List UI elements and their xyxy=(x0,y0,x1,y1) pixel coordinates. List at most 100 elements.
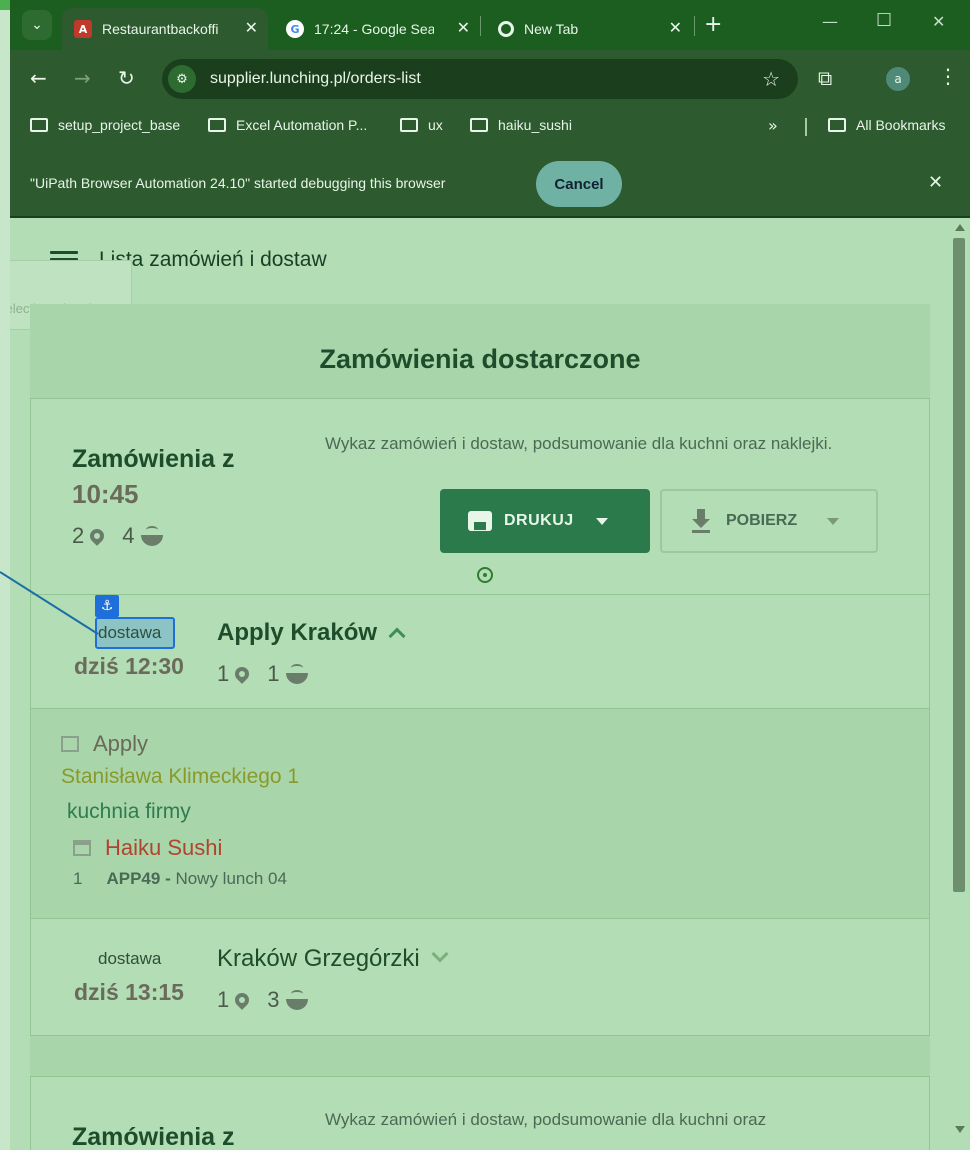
close-tab-icon[interactable]: ✕ xyxy=(245,18,258,37)
delivery-time: dziś 12:30 xyxy=(74,653,184,679)
scroll-up-icon[interactable] xyxy=(955,224,965,231)
download-button[interactable]: POBIERZ xyxy=(660,489,878,553)
chrome-icon xyxy=(498,21,514,37)
tab-separator xyxy=(694,16,695,36)
bookmark-folder[interactable]: setup_project_base xyxy=(30,117,180,133)
bookmark-folder[interactable]: haiku_sushi xyxy=(470,117,572,133)
meals-count: 3 xyxy=(267,987,280,1012)
meal-bowl-icon xyxy=(140,525,163,546)
order-time: 10:45 xyxy=(72,479,139,509)
bookmark-star-icon[interactable]: ☆ xyxy=(762,67,780,91)
folder-icon xyxy=(400,118,418,132)
restaurant-row: Haiku Sushi xyxy=(73,835,222,861)
close-tab-icon[interactable]: ✕ xyxy=(457,18,470,37)
bookmark-label: ux xyxy=(428,117,443,133)
folder-icon xyxy=(208,118,226,132)
back-arrow-icon[interactable]: ← xyxy=(30,66,47,90)
delivery-label: dostawa xyxy=(98,949,162,968)
site-settings-icon[interactable]: ⚙ xyxy=(168,65,196,93)
delivery-name-text: Kraków Grzegórzki xyxy=(217,945,420,972)
cancel-debugging-button[interactable]: Cancel xyxy=(536,161,622,207)
delivery-name[interactable]: Apply Kraków xyxy=(217,619,406,647)
bookmark-label: All Bookmarks xyxy=(856,117,946,133)
locations-count: 1 xyxy=(217,661,230,686)
tab-strip: ⌄ A Restaurantbackoffi ✕ G 17:24 - Googl… xyxy=(10,0,970,50)
delivery-row[interactable]: ⚓ dostawa dziś 12:30 Apply Kraków 1 1 xyxy=(31,595,929,709)
item-separator: - xyxy=(160,869,176,888)
anchor-icon: ⚓ xyxy=(95,595,119,617)
building-icon xyxy=(61,736,79,752)
new-tab-plus-icon[interactable]: + xyxy=(704,12,722,37)
folder-icon xyxy=(30,118,48,132)
delivery-row[interactable]: dostawa dziś 13:15 Kraków Grzegórzki 1 3 xyxy=(31,919,929,1035)
company-name: Apply xyxy=(93,731,149,756)
close-infobar-icon[interactable]: ✕ xyxy=(928,172,943,193)
restaurant-name: Haiku Sushi xyxy=(105,835,223,860)
profile-avatar[interactable]: a xyxy=(886,67,910,91)
orders-content: Zamówienia dostarczone Zamówienia z 10:4… xyxy=(30,304,930,1150)
bookmark-folder[interactable]: Excel Automation P... xyxy=(208,117,367,133)
section-title: Zamówienia dostarczone xyxy=(319,344,641,374)
close-window-icon[interactable]: ✕ xyxy=(932,12,945,31)
browser-menu-icon[interactable]: ⋮ xyxy=(938,64,958,88)
all-bookmarks-folder[interactable]: All Bookmarks xyxy=(828,117,945,133)
item-quantity: 1 xyxy=(73,869,83,888)
page-viewport: Lista zamówień i dostaw selection wizard… xyxy=(10,218,948,1150)
folder-icon xyxy=(828,118,846,132)
tab-new-tab[interactable]: New Tab ✕ xyxy=(486,8,692,50)
download-label: POBIERZ xyxy=(726,512,798,529)
meal-bowl-icon xyxy=(285,663,308,684)
background-window-corner xyxy=(0,0,10,10)
google-icon: G xyxy=(286,20,304,38)
reload-icon[interactable]: ↻ xyxy=(118,66,135,90)
delivery-details: Apply Stanisława Klimeckiego 1 kuchnia f… xyxy=(31,709,929,919)
bookmarks-bar: setup_project_base Excel Automation P...… xyxy=(10,108,970,144)
meal-bowl-icon xyxy=(285,989,308,1010)
order-card: Zamówienia z 10:45 2 4 Wykaz zamówień i … xyxy=(30,398,930,1036)
browser-toolbar: ← → ↻ ⚙ supplier.lunching.pl/orders-list… xyxy=(10,50,970,108)
delivery-time: dziś 13:15 xyxy=(74,979,184,1005)
bookmark-label: setup_project_base xyxy=(58,117,181,133)
meals-count: 4 xyxy=(122,523,135,548)
tab-search-button[interactable]: ⌄ xyxy=(22,10,52,40)
kitchen-text: kuchnia firmy xyxy=(67,800,191,823)
store-icon xyxy=(73,840,91,856)
company-row: Apply xyxy=(61,731,148,757)
item-code: APP49 xyxy=(106,869,161,888)
browser-window: ⌄ A Restaurantbackoffi ✕ G 17:24 - Googl… xyxy=(10,0,970,1150)
extensions-puzzle-icon[interactable]: ⧉ xyxy=(818,66,832,90)
dropdown-caret-icon[interactable] xyxy=(595,517,608,525)
tab-google-search[interactable]: G 17:24 - Google Sea ✕ xyxy=(274,8,480,50)
page-title: Lista zamówień i dostaw xyxy=(99,248,327,271)
target-crosshair-icon xyxy=(477,567,493,583)
scroll-down-icon[interactable] xyxy=(955,1126,965,1133)
print-button[interactable]: DRUKUJ xyxy=(440,489,650,553)
close-tab-icon[interactable]: ✕ xyxy=(669,18,682,37)
tab-restaurantbackoffice[interactable]: A Restaurantbackoffi ✕ xyxy=(62,8,268,50)
delivery-counts: 1 3 xyxy=(217,987,308,1013)
delivery-counts: 1 1 xyxy=(217,661,308,687)
forward-arrow-icon[interactable]: → xyxy=(74,66,91,90)
chevron-up-icon[interactable] xyxy=(388,627,406,645)
location-pin-icon xyxy=(87,526,108,546)
item-name: Nowy lunch 04 xyxy=(175,869,287,888)
meal-item-row: 1 APP49 - Nowy lunch 04 xyxy=(73,869,287,889)
bookmark-folder[interactable]: ux xyxy=(400,117,443,133)
order-card-header: Zamówienia z 10:45 2 4 Wykaz zamówień i … xyxy=(31,399,929,595)
page-scrollbar[interactable] xyxy=(948,218,970,1150)
chevron-down-icon[interactable] xyxy=(431,945,449,963)
download-icon xyxy=(692,509,710,533)
printer-icon xyxy=(468,511,492,531)
address-bar[interactable]: ⚙ supplier.lunching.pl/orders-list ☆ xyxy=(162,59,798,99)
folder-icon xyxy=(470,118,488,132)
minimize-icon[interactable]: — xyxy=(822,12,838,31)
url-text[interactable]: supplier.lunching.pl/orders-list xyxy=(210,70,421,88)
order-description: Wykaz zamówień i dostaw, podsumowanie dl… xyxy=(325,1110,767,1129)
order-description: Wykaz zamówień i dostaw, podsumowanie dl… xyxy=(325,434,833,453)
scrollbar-thumb[interactable] xyxy=(953,238,965,892)
delivery-name[interactable]: Kraków Grzegórzki xyxy=(217,945,449,973)
maximize-icon[interactable]: ☐ xyxy=(876,10,892,31)
dropdown-caret-icon[interactable] xyxy=(827,517,840,525)
tab-title: Restaurantbackoffi xyxy=(102,21,219,37)
more-bookmarks-icon[interactable]: » xyxy=(768,116,778,135)
